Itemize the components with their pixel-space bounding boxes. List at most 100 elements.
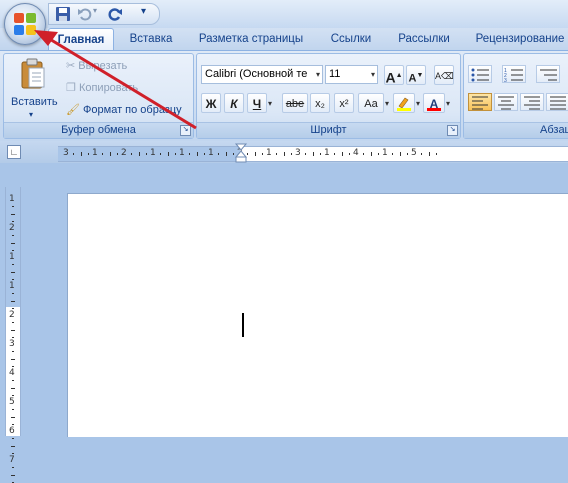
highlight-button[interactable] [393, 93, 415, 113]
ruler-number: 4 [353, 148, 359, 158]
ruler-tick [12, 365, 14, 367]
subscript-button[interactable]: x₂ [310, 93, 330, 113]
ruler-tick [11, 242, 15, 244]
ruler-tick [12, 351, 14, 353]
ruler-number: 1 [9, 281, 15, 291]
paste-button[interactable]: Вставить ▾ [8, 56, 58, 120]
undo-icon[interactable] [77, 6, 93, 22]
ruler-number: 3 [63, 148, 69, 158]
underline-button[interactable]: Ч [247, 93, 267, 113]
grow-font-button[interactable]: A▲ [384, 65, 404, 86]
ruler-number: 1 [150, 148, 156, 158]
numbering-button[interactable]: 123 [502, 65, 526, 84]
redo-icon[interactable] [107, 6, 123, 22]
ruler-tick [12, 206, 14, 208]
copy-icon: ❐ [66, 82, 76, 94]
ruler-number: 1 [208, 148, 214, 158]
italic-button[interactable]: К [224, 93, 244, 113]
tab-insert[interactable]: Вставка [120, 28, 182, 50]
format-painter-button[interactable]: 🖌 Формат по образцу [66, 100, 182, 120]
clipboard-launcher-icon[interactable]: ↘ [180, 125, 191, 136]
ruler-number: 1 [92, 148, 98, 158]
superscript-button[interactable]: x² [334, 93, 354, 113]
brush-icon: 🖌 [66, 104, 80, 116]
copy-label: Копировать [78, 82, 139, 94]
paste-dropdown-icon[interactable]: ▾ [29, 110, 33, 119]
ruler-tick [319, 153, 321, 155]
ruler-tick [225, 152, 227, 156]
ruler-tick [12, 409, 14, 411]
justify-button[interactable] [546, 93, 568, 111]
ruler-number: 3 [9, 339, 15, 349]
ruler-number: 2 [121, 148, 127, 158]
tab-references[interactable]: Ссылки [318, 28, 384, 50]
ruler-tick [174, 153, 176, 155]
font-name-combo[interactable]: Calibri (Основной те ▾ [201, 65, 323, 84]
format-painter-label: Формат по образцу [83, 104, 182, 116]
font-group: Calibri (Основной те ▾ 11 ▾ A▲ A▼ A⌫ Ж К… [196, 53, 461, 139]
copy-button[interactable]: ❐ Копировать [66, 78, 138, 98]
shrink-font-button[interactable]: A▼ [406, 65, 426, 85]
ruler-tick [261, 153, 263, 155]
strikethrough-button[interactable]: abe [282, 93, 308, 113]
quick-access-toolbar: ▾ ▾ [48, 3, 160, 25]
save-icon[interactable] [55, 6, 71, 22]
ribbon-tabs: Главная Вставка Разметка страницы Ссылки… [0, 28, 568, 51]
change-case-dropdown-icon[interactable]: ▾ [385, 99, 389, 108]
ruler-tick [160, 153, 162, 155]
ruler-number: 6 [9, 426, 15, 436]
clear-formatting-icon: A⌫ [435, 71, 454, 81]
ruler-tick [312, 152, 314, 156]
tab-stop-selector[interactable]: ∟ [7, 145, 21, 159]
ruler-tick [11, 474, 15, 476]
ruler-tick [12, 249, 14, 251]
align-left-button[interactable] [468, 93, 492, 111]
ruler-tick [11, 445, 15, 447]
font-name-dropdown-icon[interactable]: ▾ [315, 66, 320, 83]
clear-formatting-button[interactable]: A⌫ [434, 65, 454, 85]
horizontal-ruler[interactable]: 3121112131415 [58, 146, 568, 162]
ruler-tick [12, 264, 14, 266]
font-size-dropdown-icon[interactable]: ▾ [371, 66, 375, 83]
ruler-tick [138, 152, 140, 156]
ruler-number: 1 [9, 194, 15, 204]
tab-mailings[interactable]: Рассылки [390, 28, 458, 50]
ruler-tick [334, 153, 336, 155]
font-size-combo[interactable]: 11 ▾ [325, 65, 378, 84]
highlight-dropdown-icon[interactable]: ▾ [416, 99, 420, 108]
underline-dropdown-icon[interactable]: ▾ [268, 99, 272, 108]
indent-marker-icon[interactable] [234, 143, 248, 163]
ruler-tick [131, 153, 133, 155]
vertical-ruler[interactable]: 1 2 1 1 2 3 4 5 6 7 [5, 187, 21, 483]
tab-home[interactable]: Главная [48, 28, 114, 51]
font-color-dropdown-icon[interactable]: ▾ [446, 99, 450, 108]
change-case-button[interactable]: Aa [358, 93, 384, 113]
paste-clipboard-icon [21, 58, 45, 89]
font-color-swatch [427, 108, 441, 111]
ruler-tick [392, 153, 394, 155]
bold-button[interactable]: Ж [201, 93, 221, 113]
align-right-button[interactable] [520, 93, 544, 111]
bullets-button[interactable] [468, 65, 492, 83]
document-page[interactable] [67, 193, 568, 437]
ruler-tick [283, 152, 285, 156]
ruler-tick [203, 153, 205, 155]
svg-text:3: 3 [504, 78, 507, 82]
ruler-tick [167, 152, 169, 156]
font-color-button[interactable]: A [423, 93, 445, 113]
ruler-tick [11, 416, 15, 418]
align-center-button[interactable] [494, 93, 518, 111]
font-name-value: Calibri (Основной те [205, 68, 308, 80]
office-button[interactable] [4, 3, 46, 45]
ruler-tick [12, 380, 14, 382]
ruler-tick [218, 153, 220, 155]
ruler-number: 5 [9, 397, 15, 407]
tab-review[interactable]: Рецензирование [470, 28, 568, 50]
tab-page-layout[interactable]: Разметка страницы [190, 28, 312, 50]
multilevel-list-button[interactable] [536, 65, 560, 83]
ruler-number: 7 [9, 455, 15, 465]
customize-qat-icon[interactable]: ▾ [141, 6, 157, 22]
font-launcher-icon[interactable]: ↘ [447, 125, 458, 136]
align-right-icon [524, 96, 540, 110]
cut-button[interactable]: ✂ Вырезать [66, 56, 127, 76]
